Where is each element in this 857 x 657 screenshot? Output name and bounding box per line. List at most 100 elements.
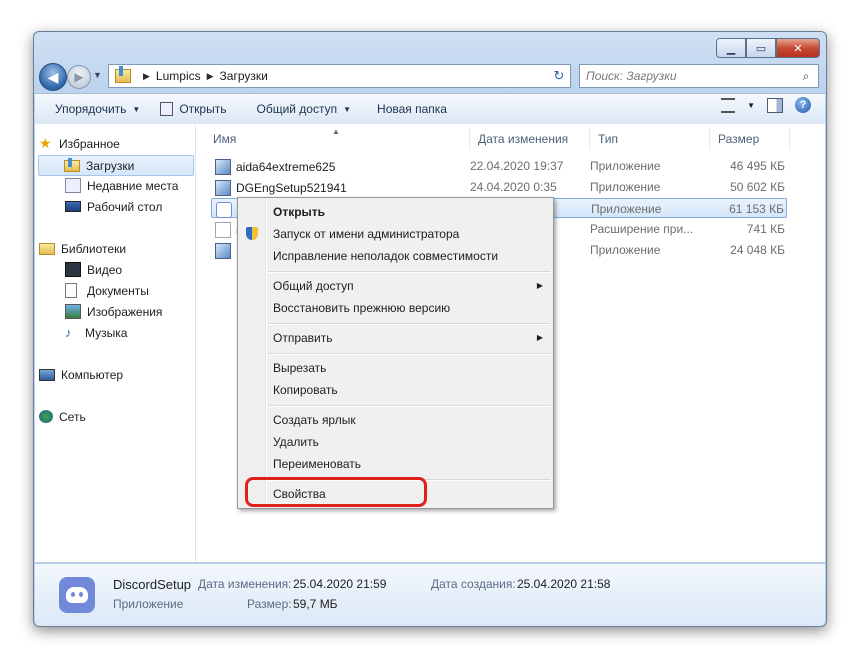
recent-places-icon — [65, 178, 81, 193]
desktop-icon — [65, 201, 81, 212]
details-file-type: Приложение — [113, 597, 184, 611]
column-header-name[interactable]: Имя ▲ — [197, 127, 470, 150]
back-button[interactable]: ◀ — [39, 63, 67, 91]
sort-ascending-icon: ▲ — [332, 127, 340, 136]
search-icon[interactable]: ⌕ — [798, 69, 814, 84]
sidebar-item-label: Изображения — [87, 304, 163, 319]
column-header-date[interactable]: Дата изменения — [470, 128, 590, 150]
details-created-label: Дата создания: — [431, 577, 516, 591]
menu-item-restore-version[interactable]: Восстановить прежнюю версию — [273, 301, 450, 315]
star-icon: ★ — [39, 135, 52, 151]
breadcrumb-item[interactable]: Загрузки — [220, 69, 268, 83]
file-name-label: aida64extreme625 — [236, 160, 336, 174]
submenu-arrow-icon: ▶ — [536, 333, 543, 342]
column-header-size[interactable]: Размер — [710, 128, 790, 150]
menu-item-cut[interactable]: Вырезать — [273, 361, 326, 375]
sidebar-item-desktop[interactable]: Рабочий стол — [65, 197, 162, 216]
menu-separator — [268, 405, 550, 407]
menu-item-send-to[interactable]: Отправить — [273, 331, 333, 345]
file-date: 22.04.2020 19:37 — [470, 159, 564, 173]
discord-icon — [216, 202, 232, 218]
details-modified-value: 25.04.2020 21:59 — [293, 577, 387, 591]
window-controls: ▁ ▭ ✕ — [716, 38, 820, 58]
maximize-button[interactable]: ▭ — [746, 38, 776, 58]
table-row[interactable]: DGEngSetup521941 24.04.2020 0:35 Приложе… — [211, 177, 787, 197]
open-button[interactable]: Открыть — [150, 97, 236, 121]
menu-separator — [268, 271, 550, 273]
table-row[interactable]: aida64extreme625 22.04.2020 19:37 Прилож… — [211, 156, 787, 176]
chevron-right-icon[interactable]: ▶ — [143, 71, 150, 82]
file-size: 46 495 КБ — [730, 159, 785, 173]
file-type: Приложение — [590, 180, 661, 194]
video-icon — [65, 262, 81, 277]
sidebar-item-images[interactable]: Изображения — [65, 302, 162, 321]
history-dropdown-icon[interactable]: ▼ — [93, 70, 102, 80]
file-type: Приложение — [590, 243, 661, 257]
column-header-type[interactable]: Тип — [590, 128, 710, 150]
organize-button[interactable]: Упорядочить ▼ — [45, 97, 150, 121]
menu-item-open[interactable]: Открыть — [273, 205, 325, 219]
sidebar-item-documents[interactable]: Документы — [65, 281, 149, 300]
menu-separator — [268, 323, 550, 325]
file-date: 24.04.2020 0:35 — [470, 180, 557, 194]
new-folder-label: Новая папка — [377, 102, 447, 116]
breadcrumb-item[interactable]: Lumpics — [156, 69, 201, 83]
open-icon — [160, 102, 174, 116]
new-folder-button[interactable]: Новая папка — [367, 97, 457, 121]
details-created-value: 25.04.2020 21:58 — [517, 577, 611, 591]
context-menu: Открыть Запуск от имени администратора И… — [237, 197, 554, 509]
file-size: 61 153 КБ — [729, 202, 784, 216]
sidebar-item-computer[interactable]: Компьютер — [39, 365, 123, 384]
details-pane: DiscordSetup Приложение Дата изменения: … — [35, 563, 825, 626]
file-size: 741 КБ — [746, 222, 785, 236]
sidebar-item-label: Музыка — [85, 325, 128, 340]
chevron-down-icon[interactable]: ▼ — [747, 101, 755, 110]
sidebar-item-label: Видео — [87, 262, 123, 277]
search-input[interactable]: Поиск: Загрузки ⌕ — [579, 64, 819, 88]
sidebar-item-favorites[interactable]: ★ Избранное — [39, 134, 120, 153]
sidebar-item-downloads[interactable]: Загрузки — [38, 155, 194, 176]
menu-item-delete[interactable]: Удалить — [273, 435, 319, 449]
minimize-button[interactable]: ▁ — [716, 38, 746, 58]
view-options-icon[interactable] — [721, 97, 736, 113]
sidebar-item-label: Избранное — [59, 136, 120, 151]
menu-item-create-shortcut[interactable]: Создать ярлык — [273, 413, 356, 427]
sidebar-item-libraries[interactable]: Библиотеки — [39, 239, 126, 258]
menu-item-copy[interactable]: Копировать — [273, 383, 338, 397]
sidebar-item-recent[interactable]: Недавние места — [65, 176, 178, 195]
address-bar[interactable]: ▶ Lumpics ▶ Загрузки ▼ — [108, 64, 562, 88]
discord-icon — [59, 577, 95, 613]
command-bar: Упорядочить ▼ Открыть Общий доступ ▼ Новая… — [35, 93, 825, 125]
sidebar-item-label: Документы — [87, 283, 149, 298]
menu-item-share[interactable]: Общий доступ — [273, 279, 354, 293]
file-name: aida64extreme625 — [215, 159, 335, 175]
refresh-button[interactable]: ↻ — [548, 64, 571, 88]
sidebar-item-label: Сеть — [59, 409, 86, 424]
sidebar-item-label: Библиотеки — [61, 241, 127, 256]
close-button[interactable]: ✕ — [776, 38, 820, 58]
libraries-icon — [39, 242, 55, 255]
installer-icon — [215, 180, 231, 196]
preview-pane-icon[interactable] — [767, 97, 783, 113]
file-name-label: DGEngSetup521941 — [236, 181, 347, 195]
chevron-down-icon: ▼ — [343, 104, 352, 114]
menu-item-troubleshoot[interactable]: Исправление неполадок совместимости — [273, 249, 498, 263]
sidebar-item-video[interactable]: Видео — [65, 260, 122, 279]
forward-button[interactable]: ▶ — [67, 65, 91, 89]
computer-icon — [39, 368, 55, 381]
details-size-label: Размер: — [247, 597, 292, 611]
menu-item-run-as-admin[interactable]: Запуск от имени администратора — [273, 227, 459, 241]
details-modified-label: Дата изменения: — [198, 577, 292, 591]
sidebar-item-network[interactable]: Сеть — [39, 407, 86, 426]
uac-shield-icon — [246, 227, 258, 240]
menu-item-rename[interactable]: Переименовать — [273, 457, 361, 471]
chevron-right-icon[interactable]: ▶ — [207, 71, 214, 82]
help-icon[interactable]: ? — [795, 97, 811, 113]
details-size-value: 59,7 МБ — [293, 597, 338, 611]
column-header-label: Имя — [213, 132, 237, 146]
share-button[interactable]: Общий доступ ▼ — [246, 97, 361, 121]
sidebar-item-label: Загрузки — [86, 158, 135, 173]
column-header-label: Дата изменения — [478, 132, 569, 146]
sidebar-item-music[interactable]: ♪ Музыка — [65, 323, 127, 342]
downloads-folder-icon — [64, 157, 80, 172]
